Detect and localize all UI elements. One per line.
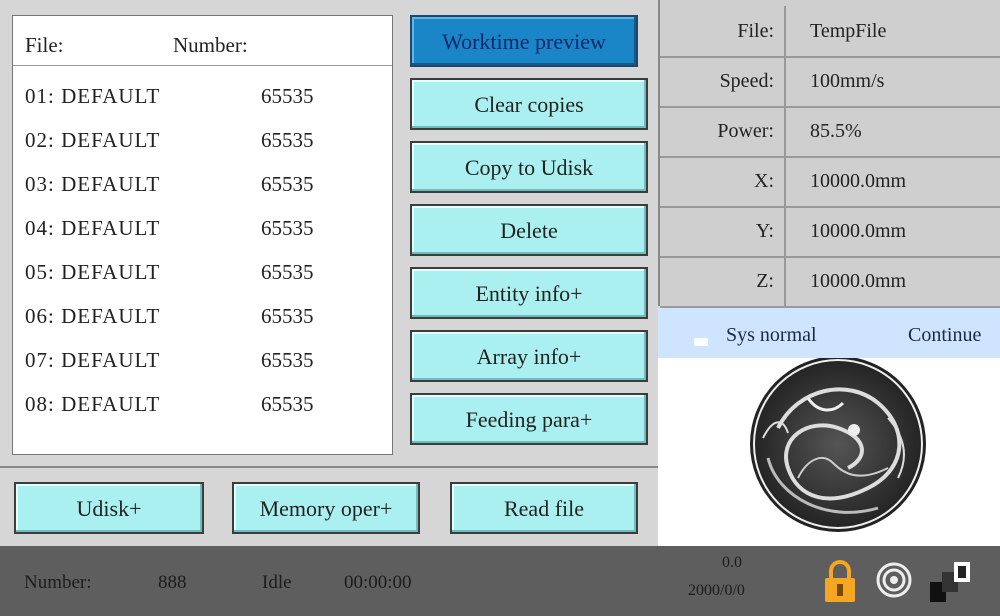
array-info-button[interactable]: Array info+ — [410, 330, 648, 382]
copy-to-udisk-button[interactable]: Copy to Udisk — [410, 141, 648, 193]
file-count: 65535 — [261, 260, 314, 284]
info-value: 10000.0mm — [784, 156, 1000, 206]
info-row-file: File: TempFile — [660, 6, 1000, 58]
lock-icon[interactable] — [822, 560, 858, 604]
footer-top-value: 0.0 — [722, 554, 742, 571]
info-row-z: Z: 10000.0mm — [660, 256, 1000, 308]
info-label: Power: — [717, 120, 774, 142]
file-panel: File: Number: 01: DEFAULT 65535 02: DEFAU… — [0, 0, 404, 466]
file-count: 65535 — [261, 84, 314, 108]
file-count: 65535 — [261, 128, 314, 152]
file-list-header: File: Number: — [13, 16, 392, 66]
info-row-speed: Speed: 100mm/s — [660, 56, 1000, 108]
file-row[interactable]: 01: DEFAULT 65535 — [13, 72, 392, 116]
file-name: 08: DEFAULT — [25, 392, 161, 416]
read-file-label: Read file — [503, 496, 585, 521]
footer-number-value: 888 — [158, 572, 187, 593]
info-panel: File: TempFile Speed: 100mm/s Power: 85.5% … — [658, 0, 1000, 308]
work-preview — [658, 356, 1000, 546]
entity-info-label: Entity info+ — [475, 281, 583, 306]
delete-label: Delete — [500, 218, 558, 243]
info-label: X: — [754, 170, 774, 192]
clear-copies-label: Clear copies — [474, 92, 584, 117]
file-name: 02: DEFAULT — [25, 128, 161, 152]
memory-oper-label: Memory oper+ — [259, 496, 393, 521]
worktime-preview-label: Worktime preview — [442, 29, 606, 54]
info-row-y: Y: 10000.0mm — [660, 206, 1000, 258]
file-count: 65535 — [261, 172, 314, 196]
info-value: 10000.0mm — [784, 256, 1000, 306]
info-value: 10000.0mm — [784, 206, 1000, 256]
info-label: Speed: — [719, 70, 774, 92]
file-name: 05: DEFAULT — [25, 260, 161, 284]
info-value: TempFile — [784, 6, 1000, 56]
info-value: 85.5% — [784, 106, 1000, 156]
feeding-para-button[interactable]: Feeding para+ — [410, 393, 648, 445]
file-row[interactable]: 05: DEFAULT 65535 — [13, 248, 392, 292]
status-indicator-icon — [694, 338, 708, 346]
entity-info-button[interactable]: Entity info+ — [410, 267, 648, 319]
info-label: Y: — [755, 220, 774, 242]
feeding-para-label: Feeding para+ — [465, 407, 593, 432]
file-column-header: File: — [25, 33, 64, 57]
array-info-label: Array info+ — [476, 344, 582, 369]
file-name: 03: DEFAULT — [25, 172, 161, 196]
action-panel: Worktime preview Clear copies Copy to Ud… — [404, 0, 658, 466]
info-label: Z: — [756, 270, 774, 292]
file-count: 65535 — [261, 392, 314, 416]
file-name: 07: DEFAULT — [25, 348, 161, 372]
info-row-power: Power: 85.5% — [660, 106, 1000, 158]
footer-machine-state: Idle — [262, 572, 292, 593]
info-row-x: X: 10000.0mm — [660, 156, 1000, 208]
system-status-bar: Sys normal Continue — [658, 308, 1000, 358]
bottom-button-bar: Udisk+ Memory oper+ Read file — [0, 466, 658, 546]
footer-time: 00:00:00 — [344, 572, 412, 593]
memory-oper-button[interactable]: Memory oper+ — [232, 482, 420, 534]
file-name: 06: DEFAULT — [25, 304, 161, 328]
file-row[interactable]: 06: DEFAULT 65535 — [13, 292, 392, 336]
info-label: File: — [737, 20, 774, 42]
info-value: 100mm/s — [784, 56, 1000, 106]
usb-icon[interactable] — [928, 560, 972, 604]
file-count: 65535 — [261, 304, 314, 328]
file-name: 04: DEFAULT — [25, 216, 161, 240]
footer-status-bar: Number: 888 Idle 00:00:00 0.0 2000/0/0 — [0, 546, 1000, 616]
footer-number-label: Number: — [24, 572, 92, 593]
delete-button[interactable]: Delete — [410, 204, 648, 256]
number-column-header: Number: — [173, 33, 248, 57]
dragon-medallion-preview-image — [750, 356, 926, 532]
file-name: 01: DEFAULT — [25, 84, 161, 108]
footer-date: 2000/0/0 — [688, 582, 745, 599]
file-count: 65535 — [261, 348, 314, 372]
file-row[interactable]: 02: DEFAULT 65535 — [13, 116, 392, 160]
file-count: 65535 — [261, 216, 314, 240]
clear-copies-button[interactable]: Clear copies — [410, 78, 648, 130]
copy-to-udisk-label: Copy to Udisk — [464, 155, 594, 180]
wifi-icon[interactable] — [876, 562, 912, 598]
file-list[interactable]: File: Number: 01: DEFAULT 65535 02: DEFAU… — [12, 15, 393, 455]
file-row[interactable]: 03: DEFAULT 65535 — [13, 160, 392, 204]
system-status-text: Sys normal — [726, 324, 817, 346]
udisk-button[interactable]: Udisk+ — [14, 482, 204, 534]
udisk-label: Udisk+ — [76, 496, 142, 521]
read-file-button[interactable]: Read file — [450, 482, 638, 534]
worktime-preview-button[interactable]: Worktime preview — [410, 15, 638, 67]
file-row[interactable]: 08: DEFAULT 65535 — [13, 380, 392, 424]
run-mode-text: Continue — [908, 324, 982, 346]
file-row[interactable]: 04: DEFAULT 65535 — [13, 204, 392, 248]
file-row[interactable]: 07: DEFAULT 65535 — [13, 336, 392, 380]
